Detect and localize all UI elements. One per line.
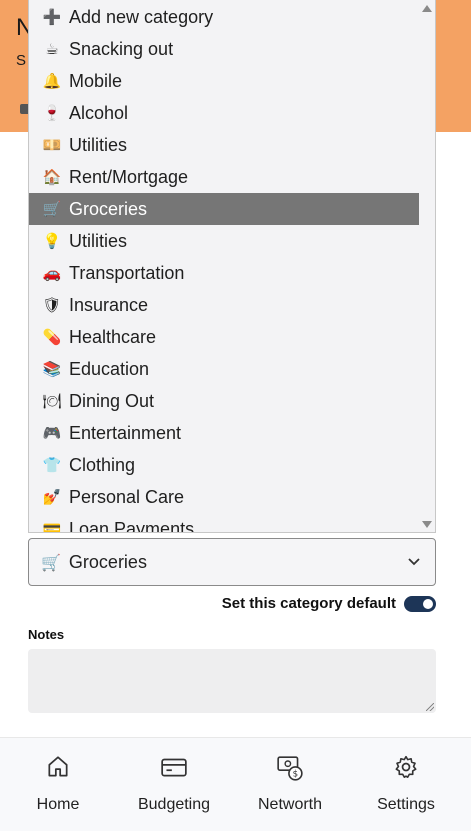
house-icon: 🏠: [42, 168, 62, 186]
category-dropdown-list[interactable]: ➕ Add new category ☕ Snacking out 🔔 Mobile 🍷 Al…: [28, 0, 436, 533]
dropdown-option[interactable]: 💴 Utilities: [29, 129, 421, 161]
dropdown-option[interactable]: 👕 Clothing: [29, 449, 421, 481]
notes-label: Notes: [28, 627, 65, 642]
default-category-row: Set this category default: [222, 595, 436, 612]
nav-label-home: Home: [36, 796, 80, 813]
money-bill-icon: $: [277, 756, 303, 781]
gamepad-icon: 🎮: [42, 424, 62, 442]
dropdown-option[interactable]: 💊 Healthcare: [29, 321, 421, 353]
dropdown-option-label: Entertainment: [69, 422, 182, 443]
dropdown-option[interactable]: 🍷 Alcohol: [29, 97, 421, 129]
bottom-navigation: Home Budgeting $ Networth Settings: [0, 737, 471, 831]
dropdown-option-label: Utilities: [69, 134, 128, 155]
dropdown-option-label: Rent/Mortgage: [69, 166, 189, 187]
dropdown-option[interactable]: 💡 Utilities: [29, 225, 421, 257]
dropdown-option-label: Transportation: [69, 262, 185, 283]
money-icon: 💴: [42, 136, 62, 154]
dropdown-option[interactable]: 💅 Personal Care: [29, 481, 421, 513]
dropdown-option-label: Clothing: [69, 454, 136, 475]
nav-label-networth: Networth: [257, 796, 323, 813]
dropdown-option-label: Loan Payments: [69, 518, 195, 533]
dropdown-option-label: Dining Out: [69, 390, 155, 411]
card-icon: [161, 758, 187, 777]
lightbulb-icon: 💡: [42, 232, 62, 250]
plus-icon: ➕: [42, 8, 62, 26]
home-icon: [48, 756, 68, 777]
dropdown-option[interactable]: 🔔 Mobile: [29, 65, 421, 97]
nav-item-home[interactable]: Home: [3, 738, 113, 831]
medical-icon: 💊: [42, 328, 62, 346]
plate-icon: 🍽: [42, 392, 62, 410]
dropdown-option-label: Utilities: [69, 230, 128, 251]
dropdown-option-label: Mobile: [69, 70, 123, 91]
dropdown-option-label: Alcohol: [69, 102, 129, 123]
chevron-down-icon: [408, 558, 420, 566]
dropdown-option-label: Healthcare: [69, 326, 157, 347]
nav-item-networth[interactable]: $ Networth: [235, 738, 345, 831]
credit-card-icon: 💳: [42, 520, 62, 533]
dropdown-options: ➕ Add new category ☕ Snacking out 🔔 Mobile 🍷 Al…: [29, 1, 421, 533]
dropdown-option[interactable]: 🏠 Rent/Mortgage: [29, 161, 421, 193]
dropdown-option[interactable]: 🛡 Insurance: [29, 289, 421, 321]
wine-glass-icon: 🍷: [42, 104, 62, 122]
nav-label-budgeting: Budgeting: [137, 796, 211, 813]
default-category-toggle[interactable]: [404, 595, 436, 612]
nav-label-settings: Settings: [377, 796, 435, 813]
dropdown-option[interactable]: 🛒 Groceries: [29, 193, 421, 225]
default-toggle-label: Set this category default: [221, 595, 396, 612]
dropdown-option[interactable]: 🚗 Transportation: [29, 257, 421, 289]
dropdown-scrollbar[interactable]: [419, 0, 435, 532]
bell-icon: 🔔: [42, 72, 62, 90]
svg-text:$: $: [293, 770, 298, 780]
car-icon: 🚗: [42, 264, 62, 282]
shirt-icon: 👕: [42, 456, 62, 474]
resize-grip-icon[interactable]: [426, 703, 434, 711]
dropdown-option-label: Insurance: [69, 294, 149, 315]
dropdown-option-label: Add new category: [69, 6, 214, 27]
books-icon: 📚: [42, 360, 62, 378]
cart-icon: 🛒: [42, 200, 62, 218]
scroll-down-arrow-icon[interactable]: [422, 521, 432, 528]
dropdown-option[interactable]: 🍽 Dining Out: [29, 385, 421, 417]
nail-polish-icon: 💅: [42, 488, 62, 506]
shield-icon: 🛡: [42, 296, 62, 314]
dropdown-option-label: Snacking out: [69, 38, 174, 59]
coffee-icon: ☕: [45, 40, 59, 58]
toggle-knob: [423, 598, 433, 609]
nav-item-settings[interactable]: Settings: [351, 738, 461, 831]
category-select[interactable]: 🛒 Groceries: [28, 538, 436, 586]
category-select-value: Groceries: [68, 551, 147, 572]
dropdown-option-label: Groceries: [69, 198, 148, 219]
page-subtitle: S: [16, 52, 27, 69]
dropdown-option[interactable]: ➕ Add new category: [29, 1, 421, 33]
nav-item-budgeting[interactable]: Budgeting: [119, 738, 229, 831]
scroll-up-arrow-icon[interactable]: [422, 5, 432, 12]
dropdown-option[interactable]: ☕ Snacking out: [29, 33, 421, 65]
cart-icon: 🛒: [41, 552, 61, 572]
dropdown-option[interactable]: 📚 Education: [29, 353, 421, 385]
dropdown-option[interactable]: 💳 Loan Payments: [29, 513, 421, 533]
dropdown-option-label: Education: [69, 358, 150, 379]
gear-icon: [395, 755, 417, 778]
dropdown-option-label: Personal Care: [69, 486, 185, 507]
dropdown-option[interactable]: 🎮 Entertainment: [29, 417, 421, 449]
notes-textarea[interactable]: [28, 649, 436, 713]
